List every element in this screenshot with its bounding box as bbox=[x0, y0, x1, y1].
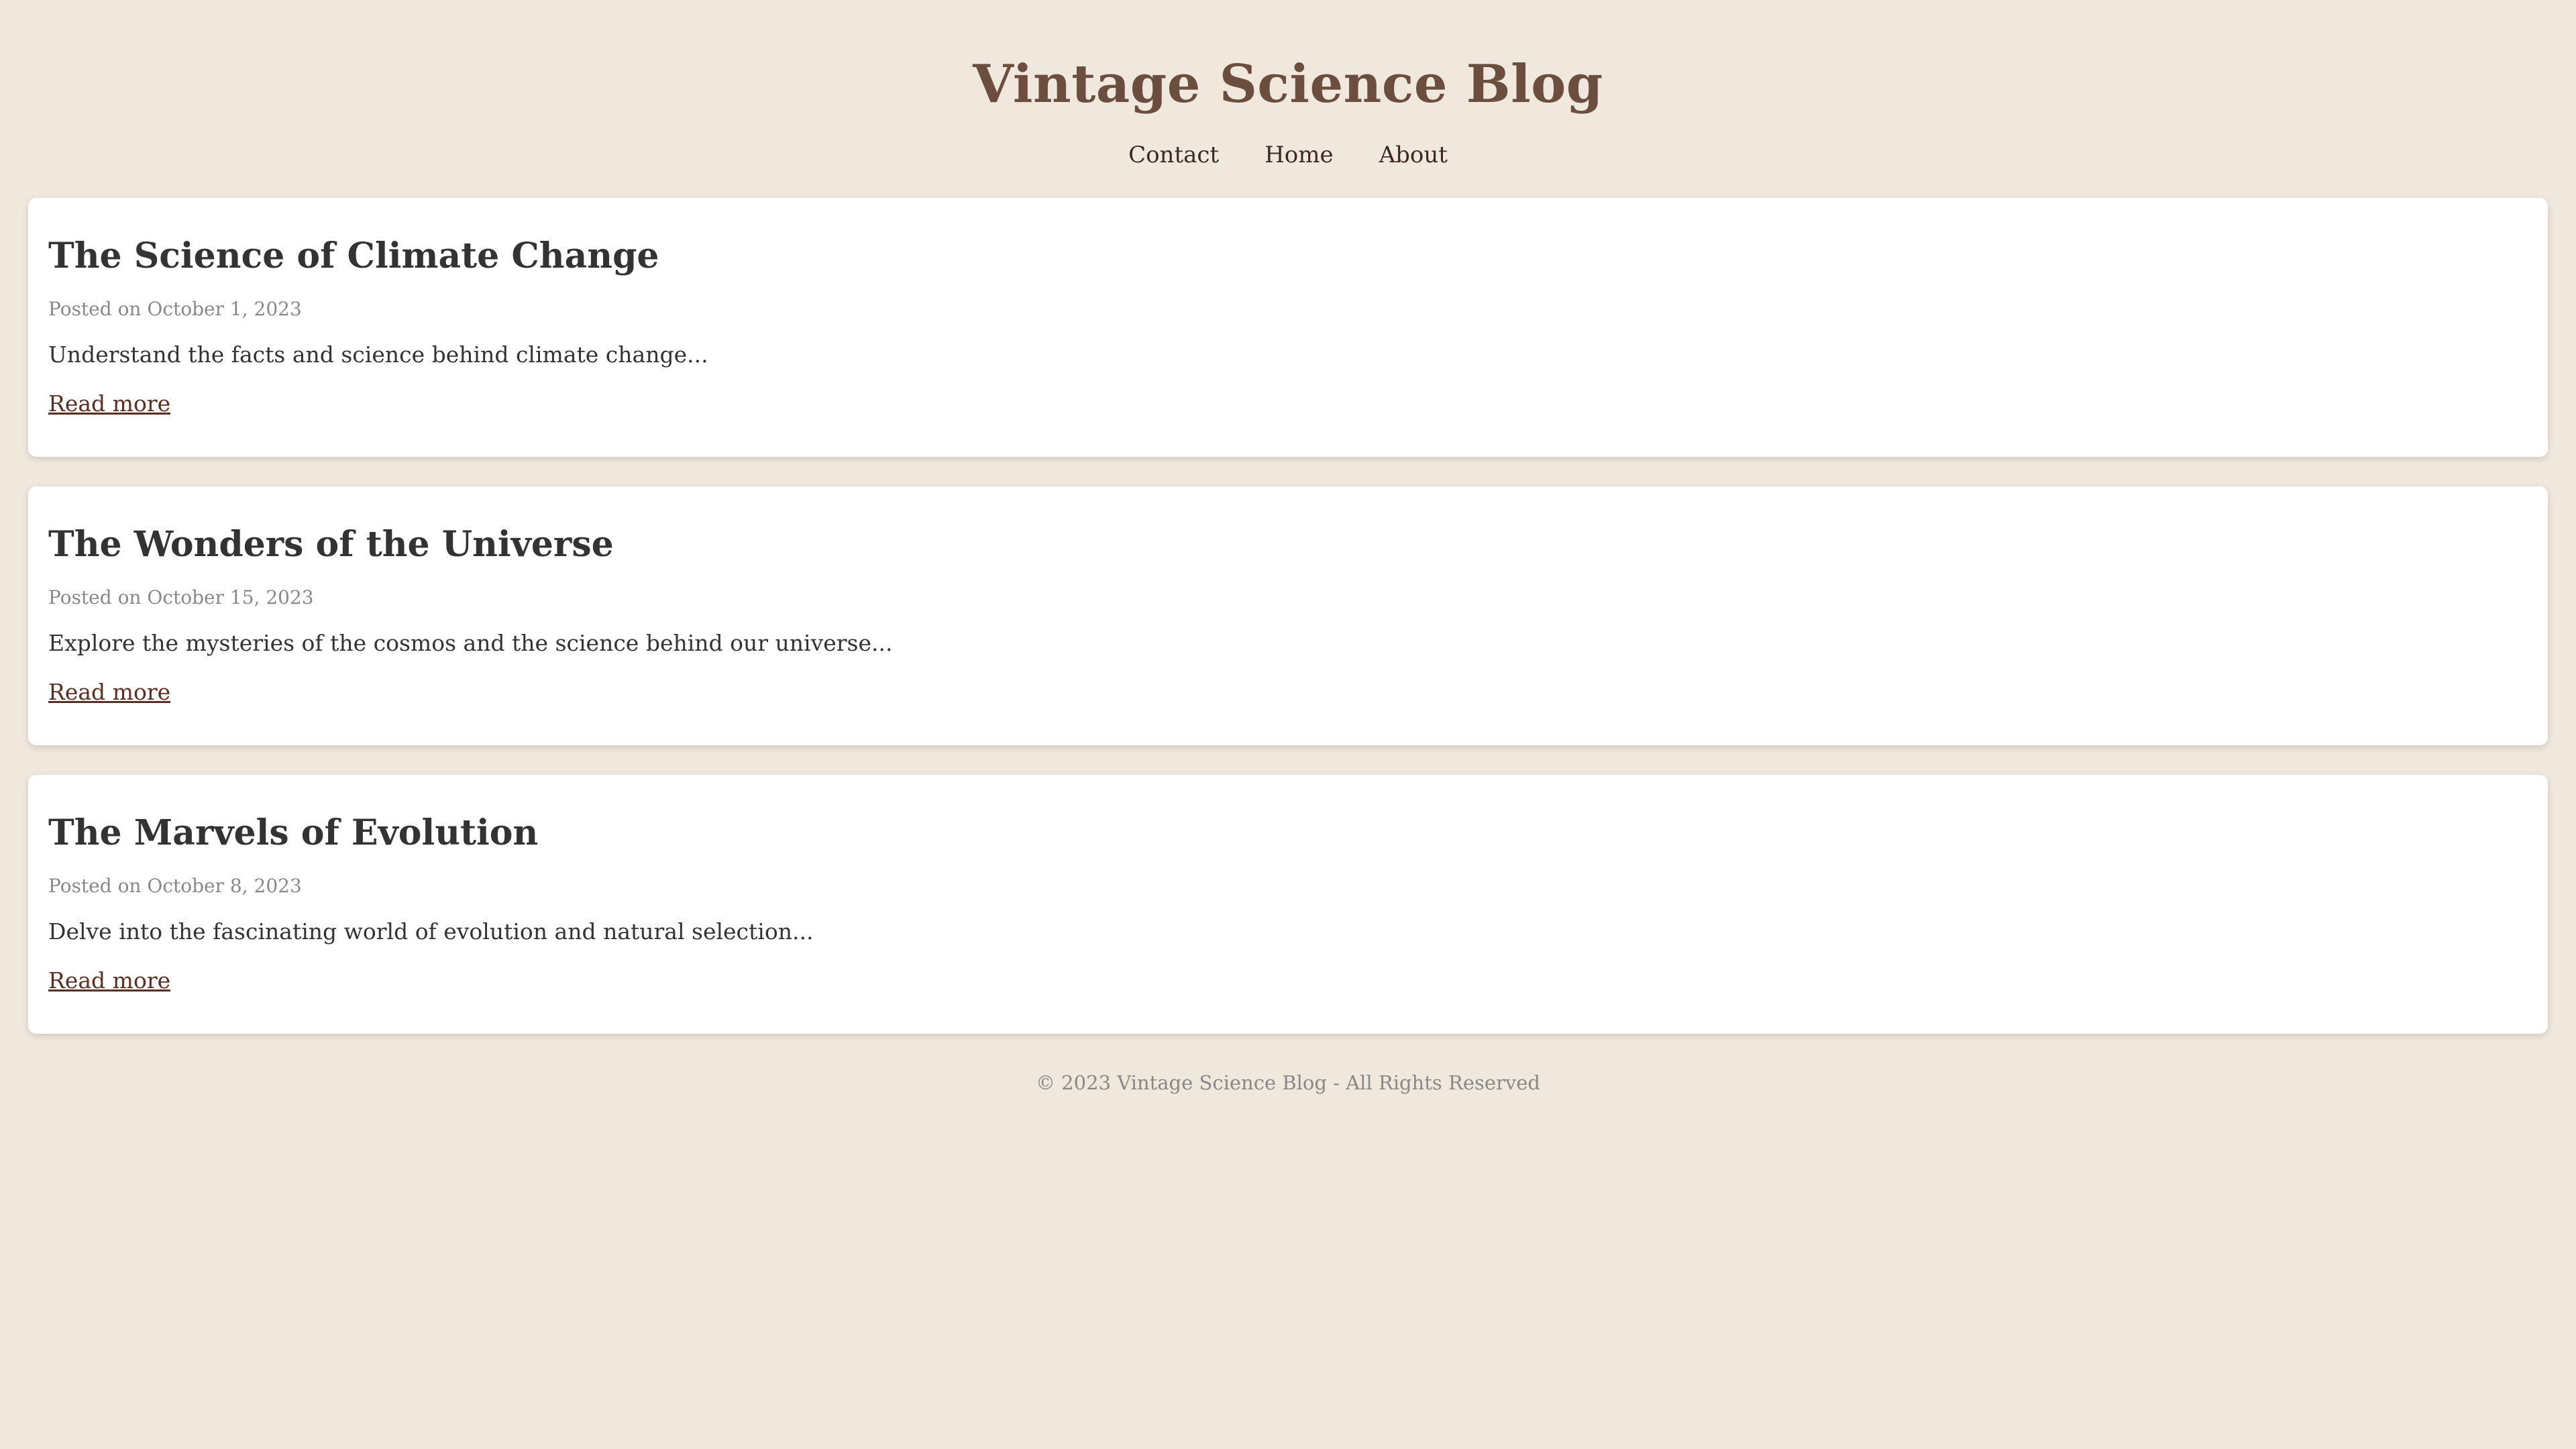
nav-item-about[interactable]: About bbox=[1379, 142, 1448, 168]
post-card: The Wonders of the Universe Posted on Oc… bbox=[28, 486, 2548, 745]
copyright-text: © 2023 Vintage Science Blog - All Rights… bbox=[1035, 1071, 1541, 1094]
main-nav: Contact Home About bbox=[0, 142, 2576, 168]
post-excerpt: Delve into the fascinating world of evol… bbox=[48, 918, 814, 945]
post-date: Posted on October 1, 2023 bbox=[48, 298, 302, 321]
site-header: Vintage Science Blog Contact Home About bbox=[0, 0, 2576, 168]
post-title: The Science of Climate Change bbox=[48, 235, 659, 276]
post-date: Posted on October 15, 2023 bbox=[48, 586, 314, 609]
read-more-link[interactable]: Read more bbox=[48, 967, 170, 994]
post-excerpt: Understand the facts and science behind … bbox=[48, 341, 708, 368]
post-title: The Wonders of the Universe bbox=[48, 524, 614, 565]
post-excerpt: Explore the mysteries of the cosmos and … bbox=[48, 630, 893, 657]
post-title: The Marvels of Evolution bbox=[48, 812, 539, 853]
site-footer: © 2023 Vintage Science Blog - All Rights… bbox=[0, 1063, 2576, 1094]
post-date: Posted on October 8, 2023 bbox=[48, 875, 302, 898]
post-list: The Science of Climate Change Posted on … bbox=[0, 198, 2576, 1034]
read-more-link[interactable]: Read more bbox=[48, 390, 170, 417]
nav-item-contact[interactable]: Contact bbox=[1128, 142, 1219, 168]
nav-item-home[interactable]: Home bbox=[1265, 142, 1333, 168]
site-title: Vintage Science Blog bbox=[973, 54, 1603, 115]
post-card: The Marvels of Evolution Posted on Octob… bbox=[28, 775, 2548, 1034]
read-more-link[interactable]: Read more bbox=[48, 679, 170, 705]
post-card: The Science of Climate Change Posted on … bbox=[28, 198, 2548, 457]
